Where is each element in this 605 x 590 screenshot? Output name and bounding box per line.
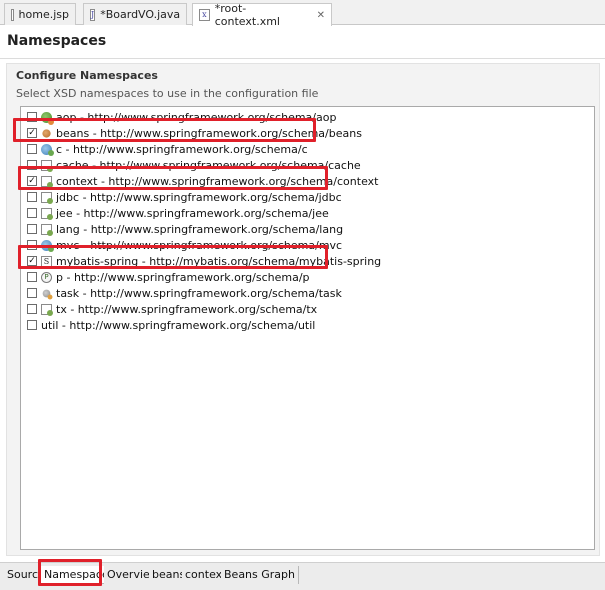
tab-boardvo-java[interactable]: J *BoardVO.java	[83, 3, 187, 25]
task-icon	[42, 289, 53, 299]
namespace-label: task - http://www.springframework.org/sc…	[56, 286, 342, 300]
tab-root-context-xml[interactable]: x *root-context.xml ✕	[192, 2, 332, 28]
checkbox[interactable]	[27, 192, 37, 202]
tab-label: home.jsp	[18, 8, 69, 21]
namespace-row-p[interactable]: P p - http://www.springframework.org/sch…	[27, 269, 310, 285]
checkbox[interactable]	[27, 144, 37, 154]
checkbox[interactable]	[27, 208, 37, 218]
namespace-row-lang[interactable]: lang - http://www.springframework.org/sc…	[27, 221, 343, 237]
namespace-label: tx - http://www.springframework.org/sche…	[56, 302, 318, 316]
namespace-row-tx[interactable]: tx - http://www.springframework.org/sche…	[27, 301, 317, 317]
tab-label: *root-context.xml	[214, 2, 280, 28]
namespace-label: jdbc - http://www.springframework.org/sc…	[56, 190, 342, 204]
header-divider	[0, 58, 605, 59]
section-title: Configure Namespaces	[16, 69, 158, 82]
tab-home-jsp[interactable]: home.jsp	[4, 3, 76, 25]
checkbox[interactable]	[27, 224, 37, 234]
section-description: Select XSD namespaces to use in the conf…	[16, 87, 319, 100]
highlight-box-mybatis-spring	[18, 245, 328, 269]
namespace-label: lang - http://www.springframework.org/sc…	[56, 222, 344, 236]
java-file-icon: J	[90, 8, 96, 21]
tab-label: *BoardVO.java	[100, 8, 181, 21]
checkbox[interactable]	[27, 304, 37, 314]
namespace-label: util - http://www.springframework.org/sc…	[41, 318, 316, 332]
page-title: Namespaces	[7, 33, 107, 49]
namespace-label: p - http://www.springframework.org/schem…	[56, 270, 310, 284]
namespace-row-task[interactable]: task - http://www.springframework.org/sc…	[27, 285, 342, 301]
xml-file-icon: x	[199, 9, 210, 21]
jsp-file-icon	[11, 8, 14, 21]
checkbox[interactable]	[27, 320, 37, 330]
close-icon[interactable]: ✕	[317, 10, 325, 21]
namespace-row-jdbc[interactable]: jdbc - http://www.springframework.org/sc…	[27, 189, 342, 205]
highlight-box-namespaces-tab	[38, 559, 102, 586]
page-icon	[41, 303, 53, 316]
page-icon	[41, 207, 53, 220]
tab-beans-graph[interactable]: Beans Graph	[221, 566, 299, 584]
namespace-label: c - http://www.springframework.org/schem…	[56, 142, 308, 156]
namespace-row-c[interactable]: c - http://www.springframework.org/schem…	[27, 141, 308, 157]
editor-tab-bar: home.jsp J *BoardVO.java x *root-context…	[0, 0, 605, 28]
globe-icon	[41, 143, 54, 156]
page-icon	[41, 191, 53, 204]
namespace-row-util[interactable]: util - http://www.springframework.org/sc…	[27, 317, 315, 333]
namespace-row-jee[interactable]: jee - http://www.springframework.org/sch…	[27, 205, 329, 221]
highlight-box-beans	[13, 118, 316, 142]
namespace-label: jee - http://www.springframework.org/sch…	[56, 206, 329, 220]
highlight-box-context	[18, 166, 328, 190]
page-icon	[41, 223, 53, 236]
p-icon: P	[41, 271, 52, 283]
checkbox[interactable]	[27, 272, 37, 282]
checkbox[interactable]	[27, 288, 37, 298]
